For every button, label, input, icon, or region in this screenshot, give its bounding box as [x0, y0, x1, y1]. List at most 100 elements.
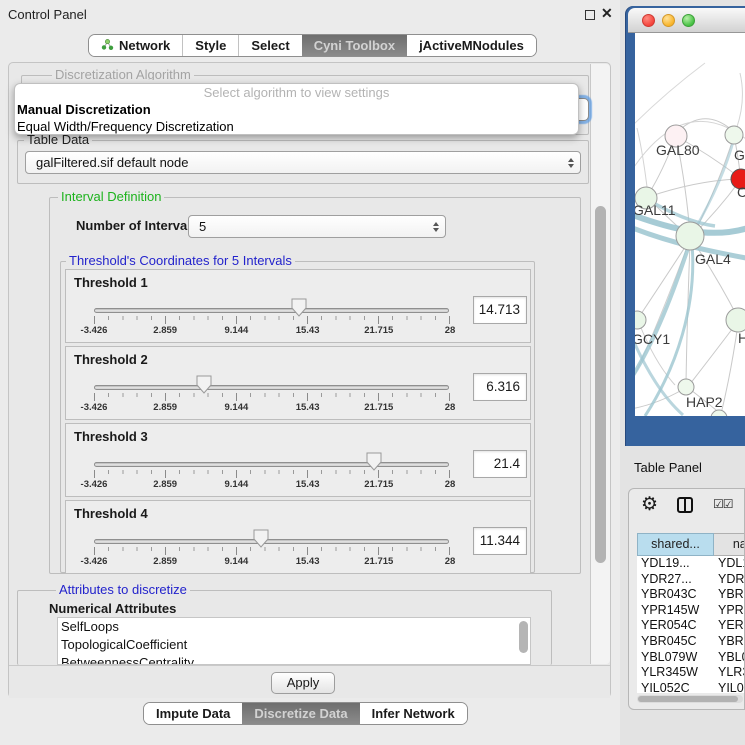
- table-cell[interactable]: YPR145W: [637, 603, 714, 619]
- group-label: Attributes to discretize: [56, 583, 190, 597]
- table-cell[interactable]: YIL052C: [714, 681, 745, 693]
- zoom-traffic-light-icon[interactable]: [682, 14, 695, 27]
- table-cell[interactable]: YER054C: [637, 618, 714, 634]
- list-item[interactable]: BetweennessCentrality: [58, 654, 530, 665]
- close-traffic-light-icon[interactable]: [642, 14, 655, 27]
- table-cell[interactable]: YLR345W: [714, 665, 745, 681]
- tab-impute-data[interactable]: Impute Data: [144, 703, 242, 724]
- threshold-value-field[interactable]: 14.713: [473, 296, 527, 324]
- threshold-4-row: Threshold 4 -3.4262.8599.14415.4321.7152…: [65, 500, 531, 574]
- table-cell[interactable]: YDR27...: [637, 572, 714, 588]
- tick-label: 21.715: [364, 479, 393, 490]
- network-edge[interactable]: [635, 63, 705, 128]
- table-cell[interactable]: YDR27...: [714, 572, 745, 588]
- close-icon[interactable]: ✕: [601, 5, 613, 22]
- threshold-value-field[interactable]: 6.316: [473, 373, 527, 401]
- network-edge[interactable]: [721, 324, 738, 414]
- network-edge[interactable]: [637, 128, 648, 195]
- threshold-2-row: Threshold 2 -3.4262.8599.14415.4321.7152…: [65, 346, 531, 420]
- list-item[interactable]: SelfLoops: [58, 618, 530, 636]
- threshold-value-field[interactable]: 21.4: [473, 450, 527, 478]
- slider-tick-labels: -3.4262.8599.14415.4321.71528: [94, 556, 450, 567]
- tab-infer-network[interactable]: Infer Network: [360, 703, 467, 724]
- checkbox-icons[interactable]: ☑☑: [713, 497, 733, 511]
- column-settings-icon[interactable]: [677, 497, 693, 513]
- table-cell[interactable]: YBR045C: [714, 634, 745, 650]
- network-node[interactable]: [726, 308, 745, 332]
- tab-select[interactable]: Select: [238, 35, 301, 56]
- network-icon: [101, 39, 114, 52]
- tick-label: -3.426: [81, 479, 108, 490]
- float-window-icon[interactable]: [585, 10, 595, 20]
- apply-button[interactable]: Apply: [271, 672, 335, 694]
- table-row[interactable]: YBR043CYBR043C: [637, 587, 745, 603]
- thresholds-group: Threshold's Coordinates for 5 Intervals …: [60, 261, 535, 573]
- slider-tick-labels: -3.4262.8599.14415.4321.71528: [94, 325, 450, 336]
- table-row[interactable]: YIL052CYIL052C: [637, 681, 745, 693]
- slider-tick-labels: -3.4262.8599.14415.4321.71528: [94, 479, 450, 490]
- table-cell[interactable]: YDL19...: [637, 556, 714, 572]
- table-cell[interactable]: YDL19...: [714, 556, 745, 572]
- threshold-value-field[interactable]: 11.344: [473, 527, 527, 555]
- tick-label: 28: [445, 325, 456, 336]
- table-cell[interactable]: YBR045C: [637, 634, 714, 650]
- spinner-arrows-icon: [433, 222, 439, 232]
- table-cell[interactable]: YER054C: [714, 618, 745, 634]
- numerical-attributes-label: Numerical Attributes: [49, 601, 176, 616]
- table-row[interactable]: YDL19...YDL19...: [637, 556, 745, 572]
- vertical-scrollbar[interactable]: [590, 64, 610, 664]
- network-node[interactable]: [676, 222, 704, 250]
- number-of-intervals-combobox[interactable]: 5: [188, 215, 446, 238]
- horizontal-scrollbar[interactable]: [637, 695, 743, 703]
- table-row[interactable]: YLR345WYLR345W: [637, 665, 745, 681]
- list-item[interactable]: TopologicalCoefficient: [58, 636, 530, 654]
- dropdown-option-manual[interactable]: Manual Discretization: [15, 101, 578, 118]
- threshold-slider-track[interactable]: [94, 308, 449, 313]
- scrollbar-thumb[interactable]: [595, 206, 606, 563]
- tab-cyni-toolbox[interactable]: Cyni Toolbox: [302, 35, 407, 56]
- table-cell[interactable]: YLR345W: [637, 665, 714, 681]
- tick-label: 28: [445, 479, 456, 490]
- network-node[interactable]: [678, 379, 694, 395]
- table-row[interactable]: YBL079WYBL079W: [637, 650, 745, 666]
- table-cell[interactable]: YBL079W: [637, 650, 714, 666]
- dropdown-option-equal-width[interactable]: Equal Width/Frequency Discretization: [15, 118, 578, 135]
- table-row[interactable]: YBR045CYBR045C: [637, 634, 745, 650]
- threshold-slider-track[interactable]: [94, 539, 449, 544]
- network-node[interactable]: [725, 126, 743, 144]
- panel-title: Control Panel: [8, 7, 87, 22]
- slider-thumb[interactable]: [196, 375, 212, 394]
- gear-icon[interactable]: ⚙: [641, 493, 658, 516]
- table-row[interactable]: YER054CYER054C: [637, 618, 745, 634]
- network-node[interactable]: [635, 311, 646, 329]
- numerical-attributes-list: SelfLoops TopologicalCoefficient Between…: [57, 617, 531, 665]
- node-label: C: [737, 184, 745, 200]
- table-cell[interactable]: YBL079W: [714, 650, 745, 666]
- table-cell[interactable]: YBR043C: [637, 587, 714, 603]
- tick-label: 28: [445, 556, 456, 567]
- column-header-shared-name[interactable]: shared...: [637, 533, 714, 556]
- group-label: Interval Definition: [58, 190, 164, 204]
- network-edge[interactable]: [648, 179, 737, 197]
- network-node[interactable]: [711, 410, 727, 416]
- table-row[interactable]: YPR145WYPR145W: [637, 603, 745, 619]
- slider-thumb[interactable]: [253, 529, 269, 548]
- tab-jactivemnodules[interactable]: jActiveMNodules: [407, 35, 536, 56]
- minimize-traffic-light-icon[interactable]: [662, 14, 675, 27]
- scrollbar-thumb[interactable]: [638, 696, 738, 702]
- column-header-name[interactable]: name: [714, 533, 745, 556]
- list-scrollbar[interactable]: [519, 621, 528, 653]
- table-data-combobox[interactable]: galFiltered.sif default node: [25, 151, 581, 174]
- threshold-slider-track[interactable]: [94, 385, 449, 390]
- table-cell[interactable]: YIL052C: [637, 681, 714, 693]
- table-row[interactable]: YDR27...YDR27...: [637, 572, 745, 588]
- tab-network[interactable]: Network: [89, 35, 182, 56]
- table-cell[interactable]: YBR043C: [714, 587, 745, 603]
- table-cell[interactable]: YPR145W: [714, 603, 745, 619]
- tab-style[interactable]: Style: [182, 35, 238, 56]
- slider-thumb[interactable]: [291, 298, 307, 317]
- threshold-slider-track[interactable]: [94, 462, 449, 467]
- slider-thumb[interactable]: [366, 452, 382, 471]
- network-canvas[interactable]: GAL80GAL8GAL11CGAL4GCY1HHAP2: [635, 33, 745, 416]
- tab-discretize-data[interactable]: Discretize Data: [242, 703, 359, 724]
